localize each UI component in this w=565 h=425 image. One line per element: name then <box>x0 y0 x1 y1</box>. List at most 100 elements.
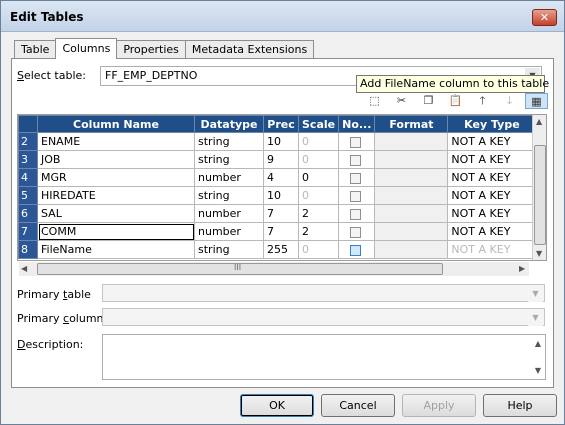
table-row[interactable]: 5 HIREDATE string 10 0 NOT A KEY <box>18 186 537 205</box>
help-button[interactable]: Help <box>483 394 557 417</box>
scroll-down-icon[interactable]: ▼ <box>536 249 542 258</box>
scale-cell[interactable]: 0 <box>297 186 340 205</box>
key-type-cell[interactable]: NOT A KEY <box>447 186 537 205</box>
table-row[interactable]: 6 SAL number 7 2 NOT A KEY <box>18 204 537 223</box>
not-null-header[interactable]: No... <box>338 115 376 133</box>
column-name-cell[interactable]: MGR <box>37 168 195 187</box>
not-null-checkbox[interactable] <box>350 226 362 238</box>
not-null-checkbox[interactable] <box>350 190 362 202</box>
primary-column-dropdown[interactable]: ▼ <box>102 308 545 326</box>
horizontal-scroll-thumb[interactable]: III <box>37 263 443 275</box>
scroll-down-icon[interactable]: ▼ <box>535 366 541 375</box>
grid-horizontal-scrollbar[interactable]: ◀ III ▶ <box>19 262 529 276</box>
grid-vertical-scrollbar[interactable]: ▲ ▼ <box>532 115 546 260</box>
cut-icon[interactable]: ✂ <box>390 93 413 109</box>
tab-properties[interactable]: Properties <box>116 40 186 59</box>
not-null-cell[interactable] <box>338 186 376 205</box>
table-row[interactable]: 3 JOB string 9 0 NOT A KEY <box>18 150 537 169</box>
key-type-cell[interactable]: NOT A KEY <box>447 150 537 169</box>
scale-cell[interactable]: 0 <box>297 132 340 151</box>
key-type-cell[interactable]: NOT A KEY <box>447 168 537 187</box>
description-textarea[interactable]: ▲ ▼ <box>102 334 546 380</box>
not-null-cell[interactable] <box>338 132 376 151</box>
tab-metadata-extensions[interactable]: Metadata Extensions <box>184 40 315 59</box>
datatype-header[interactable]: Datatype <box>194 115 264 133</box>
datatype-cell[interactable]: string <box>194 186 264 205</box>
key-type-cell[interactable]: NOT A KEY <box>447 204 537 223</box>
datatype-cell[interactable]: string <box>194 132 264 151</box>
close-button[interactable]: ✕ <box>532 9 557 26</box>
prec-cell[interactable]: 255 <box>263 240 299 259</box>
datatype-cell[interactable]: number <box>194 204 264 223</box>
scroll-up-icon[interactable]: ▲ <box>535 339 541 348</box>
format-cell[interactable] <box>374 168 449 187</box>
not-null-checkbox[interactable] <box>350 136 362 148</box>
table-row[interactable]: 2 ENAME string 10 0 NOT A KEY <box>18 132 537 151</box>
column-name-cell[interactable]: COMM <box>37 222 195 241</box>
new-column-icon[interactable]: ⬚ <box>363 93 386 109</box>
prec-cell[interactable]: 9 <box>263 150 299 169</box>
not-null-cell[interactable] <box>338 240 376 259</box>
scale-header[interactable]: Scale <box>297 115 340 133</box>
prec-cell[interactable]: 7 <box>263 222 299 241</box>
format-cell[interactable] <box>374 132 449 151</box>
table-row[interactable]: 4 MGR number 4 0 NOT A KEY <box>18 168 537 187</box>
not-null-checkbox[interactable] <box>350 154 362 166</box>
paste-icon[interactable]: 📋 <box>444 93 467 109</box>
scale-cell[interactable]: 0 <box>297 168 340 187</box>
format-cell[interactable] <box>374 150 449 169</box>
not-null-cell[interactable] <box>338 168 376 187</box>
format-cell[interactable] <box>374 204 449 223</box>
format-header[interactable]: Format <box>374 115 449 133</box>
key-type-cell[interactable]: NOT A KEY <box>447 222 537 241</box>
not-null-cell[interactable] <box>338 204 376 223</box>
title-bar[interactable]: Edit Tables ✕ <box>1 1 564 32</box>
not-null-checkbox[interactable] <box>350 244 362 256</box>
primary-table-dropdown[interactable]: ▼ <box>102 284 545 302</box>
scale-cell[interactable]: 0 <box>297 240 340 259</box>
column-name-cell[interactable]: SAL <box>37 204 195 223</box>
column-name-header[interactable]: Column Name <box>37 115 195 133</box>
copy-icon[interactable]: ❐ <box>417 93 440 109</box>
vertical-scroll-thumb[interactable] <box>534 145 546 245</box>
format-cell[interactable] <box>374 186 449 205</box>
prec-header[interactable]: Prec <box>263 115 299 133</box>
tab-columns[interactable]: Columns <box>55 38 118 59</box>
move-down-icon[interactable]: 🡓 <box>498 93 521 109</box>
scroll-up-icon[interactable]: ▲ <box>536 117 542 126</box>
prec-cell[interactable]: 4 <box>263 168 299 187</box>
column-name-cell[interactable]: JOB <box>37 150 195 169</box>
datatype-cell[interactable]: string <box>194 150 264 169</box>
key-type-cell[interactable]: NOT A KEY <box>447 132 537 151</box>
cancel-button[interactable]: Cancel <box>321 394 395 417</box>
column-name-cell[interactable]: FileName <box>37 240 195 259</box>
not-null-checkbox[interactable] <box>350 208 362 220</box>
move-up-icon[interactable]: 🡑 <box>471 93 494 109</box>
table-row[interactable]: 7 COMM number 7 2 NOT A KEY <box>18 222 537 241</box>
scroll-right-icon[interactable]: ▶ <box>519 264 525 273</box>
tab-table[interactable]: Table <box>14 40 57 59</box>
prec-cell[interactable]: 10 <box>263 186 299 205</box>
chevron-down-icon[interactable]: ▼ <box>528 286 543 302</box>
table-row[interactable]: 8 FileName string 255 0 NOT A KEY <box>18 240 537 259</box>
scale-cell[interactable]: 2 <box>297 222 340 241</box>
prec-cell[interactable]: 7 <box>263 204 299 223</box>
add-filename-column-icon[interactable]: ▦ <box>525 93 548 109</box>
not-null-cell[interactable] <box>338 222 376 241</box>
scale-cell[interactable]: 0 <box>297 150 340 169</box>
scroll-left-icon[interactable]: ◀ <box>21 264 27 273</box>
key-type-header[interactable]: Key Type <box>447 115 537 133</box>
apply-button[interactable]: Apply <box>402 394 476 417</box>
not-null-cell[interactable] <box>338 150 376 169</box>
format-cell[interactable] <box>374 240 449 259</box>
chevron-down-icon[interactable]: ▼ <box>528 310 543 326</box>
prec-cell[interactable]: 10 <box>263 132 299 151</box>
key-type-cell[interactable]: NOT A KEY <box>447 240 537 259</box>
scale-cell[interactable]: 2 <box>297 204 340 223</box>
format-cell[interactable] <box>374 222 449 241</box>
not-null-checkbox[interactable] <box>350 172 362 184</box>
datatype-cell[interactable]: string <box>194 240 264 259</box>
ok-button[interactable]: OK <box>240 394 314 417</box>
column-name-cell[interactable]: ENAME <box>37 132 195 151</box>
column-name-cell[interactable]: HIREDATE <box>37 186 195 205</box>
